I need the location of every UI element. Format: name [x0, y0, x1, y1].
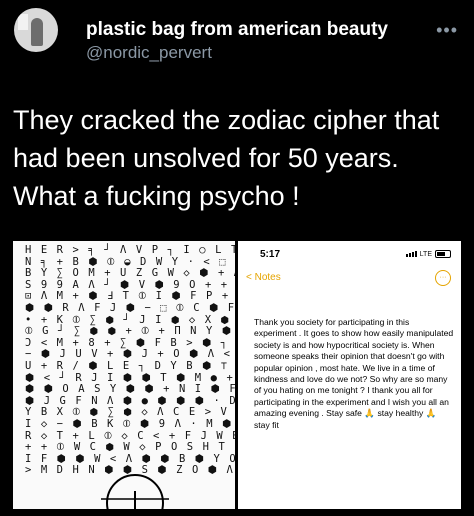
back-label: Notes: [254, 272, 281, 283]
cipher-row: > M D H N ⬢ ⬢ S ⬢ Z O ⬢ Λ I K ⊞ +: [25, 464, 235, 477]
zodiac-cipher-image[interactable]: H E R > ╕ ┘ Λ V P ┐ I ○ L T G ◒ dN ╕ + B…: [13, 241, 235, 509]
cipher-row: H E R > ╕ ┘ Λ V P ┐ I ○ L T G ◒ d: [25, 244, 235, 256]
avatar-window: [18, 14, 28, 30]
note-body: Thank you society for participating in t…: [254, 317, 454, 430]
notes-back-button[interactable]: < Notes: [246, 272, 281, 283]
cipher-rows: H E R > ╕ ┘ Λ V P ┐ I ○ L T G ◒ dN ╕ + B…: [25, 244, 235, 477]
cipher-row: ⬢ ⬢ O A S Y ⬢ ⬢ + N I ⬢ F B ⦶ Λ R: [25, 383, 235, 396]
status-time: 5:17: [260, 249, 281, 260]
more-options-icon[interactable]: •••: [436, 20, 458, 41]
display-name[interactable]: plastic bag from american beauty: [86, 19, 388, 41]
cipher-row: U + R / ⬢ L E ┐ D Y B ⬢ ⊤ M K O: [25, 359, 229, 372]
cipher-row: ⦶ G ┘ ∑ ⬢ ⬢ + ⦶ + Π N Y ⬢ + ⬚ L Λ: [25, 325, 233, 338]
signal-icon: [405, 251, 417, 257]
cipher-row: + + ⦶ W C ⬢ W ◇ P O S H T / ⬢ ⬢ ┐: [25, 441, 235, 454]
avatar-figure: [31, 18, 43, 46]
battery-icon: [435, 250, 451, 258]
cipher-row: ⬢ ⬢ R Λ F J ⬢ − ⬚ ⦶ C ⬢ F > ⬢ D ⬢: [25, 301, 235, 314]
carrier-label: LTE: [419, 250, 432, 258]
notes-screenshot[interactable]: 5:17 LTE < Notes ··· Thank you society f…: [238, 241, 461, 509]
status-bar: LTE: [405, 250, 451, 258]
user-handle[interactable]: @nordic_pervert: [86, 43, 212, 63]
tweet-text: They cracked the zodiac cipher that had …: [13, 105, 440, 211]
cipher-row: I ◇ − ⬢ B K ⦶ ⬢ 9 Λ · M ⬢ D ⬢ ⬢: [25, 417, 233, 430]
more-icon[interactable]: ···: [435, 270, 451, 286]
avatar[interactable]: [14, 8, 58, 52]
